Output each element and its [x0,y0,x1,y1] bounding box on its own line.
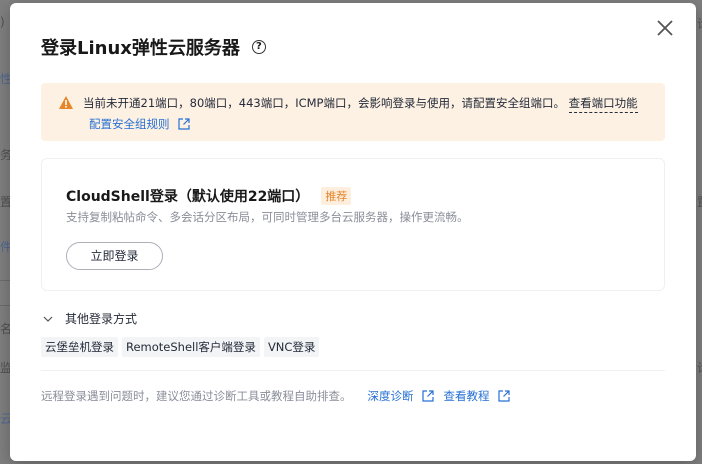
footer-hint: 远程登录遇到问题时，建议您通过诊断工具或教程自助排查。 深度诊断 查看教程 [41,388,510,404]
login-dialog: 登录Linux弹性云服务器 ? 当前未开通21端口，80端口，443端口，ICM… [10,3,696,461]
dialog-title: 登录Linux弹性云服务器 ? [41,34,266,60]
close-button[interactable] [654,17,676,39]
cloudshell-title: CloudShell登录（默认使用22端口） 推荐 [66,186,352,206]
cloudshell-description: 支持复制粘帖命令、多会话分区布局，可同时管理多台云服务器，操作更流畅。 [66,210,469,224]
alert-message: 当前未开通21端口，80端口，443端口，ICMP端口，会影响登录与使用，请配置… [83,96,565,110]
alert-message-line: 当前未开通21端口，80端口，443端口，ICMP端口，会影响登录与使用，请配置… [83,95,638,113]
bastion-login-option[interactable]: 云堡垒机登录 [41,337,118,357]
login-now-button[interactable]: 立即登录 [66,242,163,270]
other-methods-toggle[interactable]: 其他登录方式 [43,310,137,327]
close-icon [657,20,673,36]
deep-diagnose-label: 深度诊断 [367,389,414,403]
view-tutorial-label: 查看教程 [443,389,490,403]
view-ports-link[interactable]: 查看端口功能 [568,96,638,113]
background-fragment: 诊 [697,15,702,32]
port-warning-alert: 当前未开通21端口，80端口，443端口，ICMP端口，会影响登录与使用，请配置… [41,83,665,141]
config-security-rules-link[interactable]: 配置安全组规则 [89,116,190,132]
background-divider [0,280,10,281]
deep-diagnose-link[interactable]: 深度诊断 [368,388,434,404]
cloudshell-title-text: CloudShell登录（默认使用22端口） [66,189,310,205]
other-methods-label: 其他登录方式 [65,312,138,326]
help-icon[interactable]: ? [251,40,266,54]
background-fragment: 置 [697,193,702,210]
recommend-badge: 推荐 [321,187,352,205]
external-link-icon [421,390,434,402]
warning-icon [59,96,73,109]
view-tutorial-link[interactable]: 查看教程 [444,388,510,404]
remoteshell-login-option[interactable]: RemoteShell客户端登录 [122,337,260,357]
dialog-title-text: 登录Linux弹性云服务器 [41,38,240,59]
config-security-rules-label: 配置安全组规则 [89,117,170,131]
external-link-icon [177,118,190,130]
background-fragment: 诊 [697,359,702,376]
footer-hint-text: 远程登录遇到问题时，建议您通过诊断工具或教程自助排查。 [41,389,352,403]
footer-divider [41,370,665,371]
vnc-login-option[interactable]: VNC登录 [263,337,320,357]
cloudshell-card: CloudShell登录（默认使用22端口） 推荐 支持复制粘帖命令、多会话分区… [41,158,665,291]
external-link-icon [497,390,510,402]
other-methods-list: 云堡垒机登录 RemoteShell客户端登录 VNC登录 [41,337,323,357]
background-divider [0,305,10,306]
background-fragment: ) [0,15,5,29]
chevron-down-icon [43,316,53,322]
